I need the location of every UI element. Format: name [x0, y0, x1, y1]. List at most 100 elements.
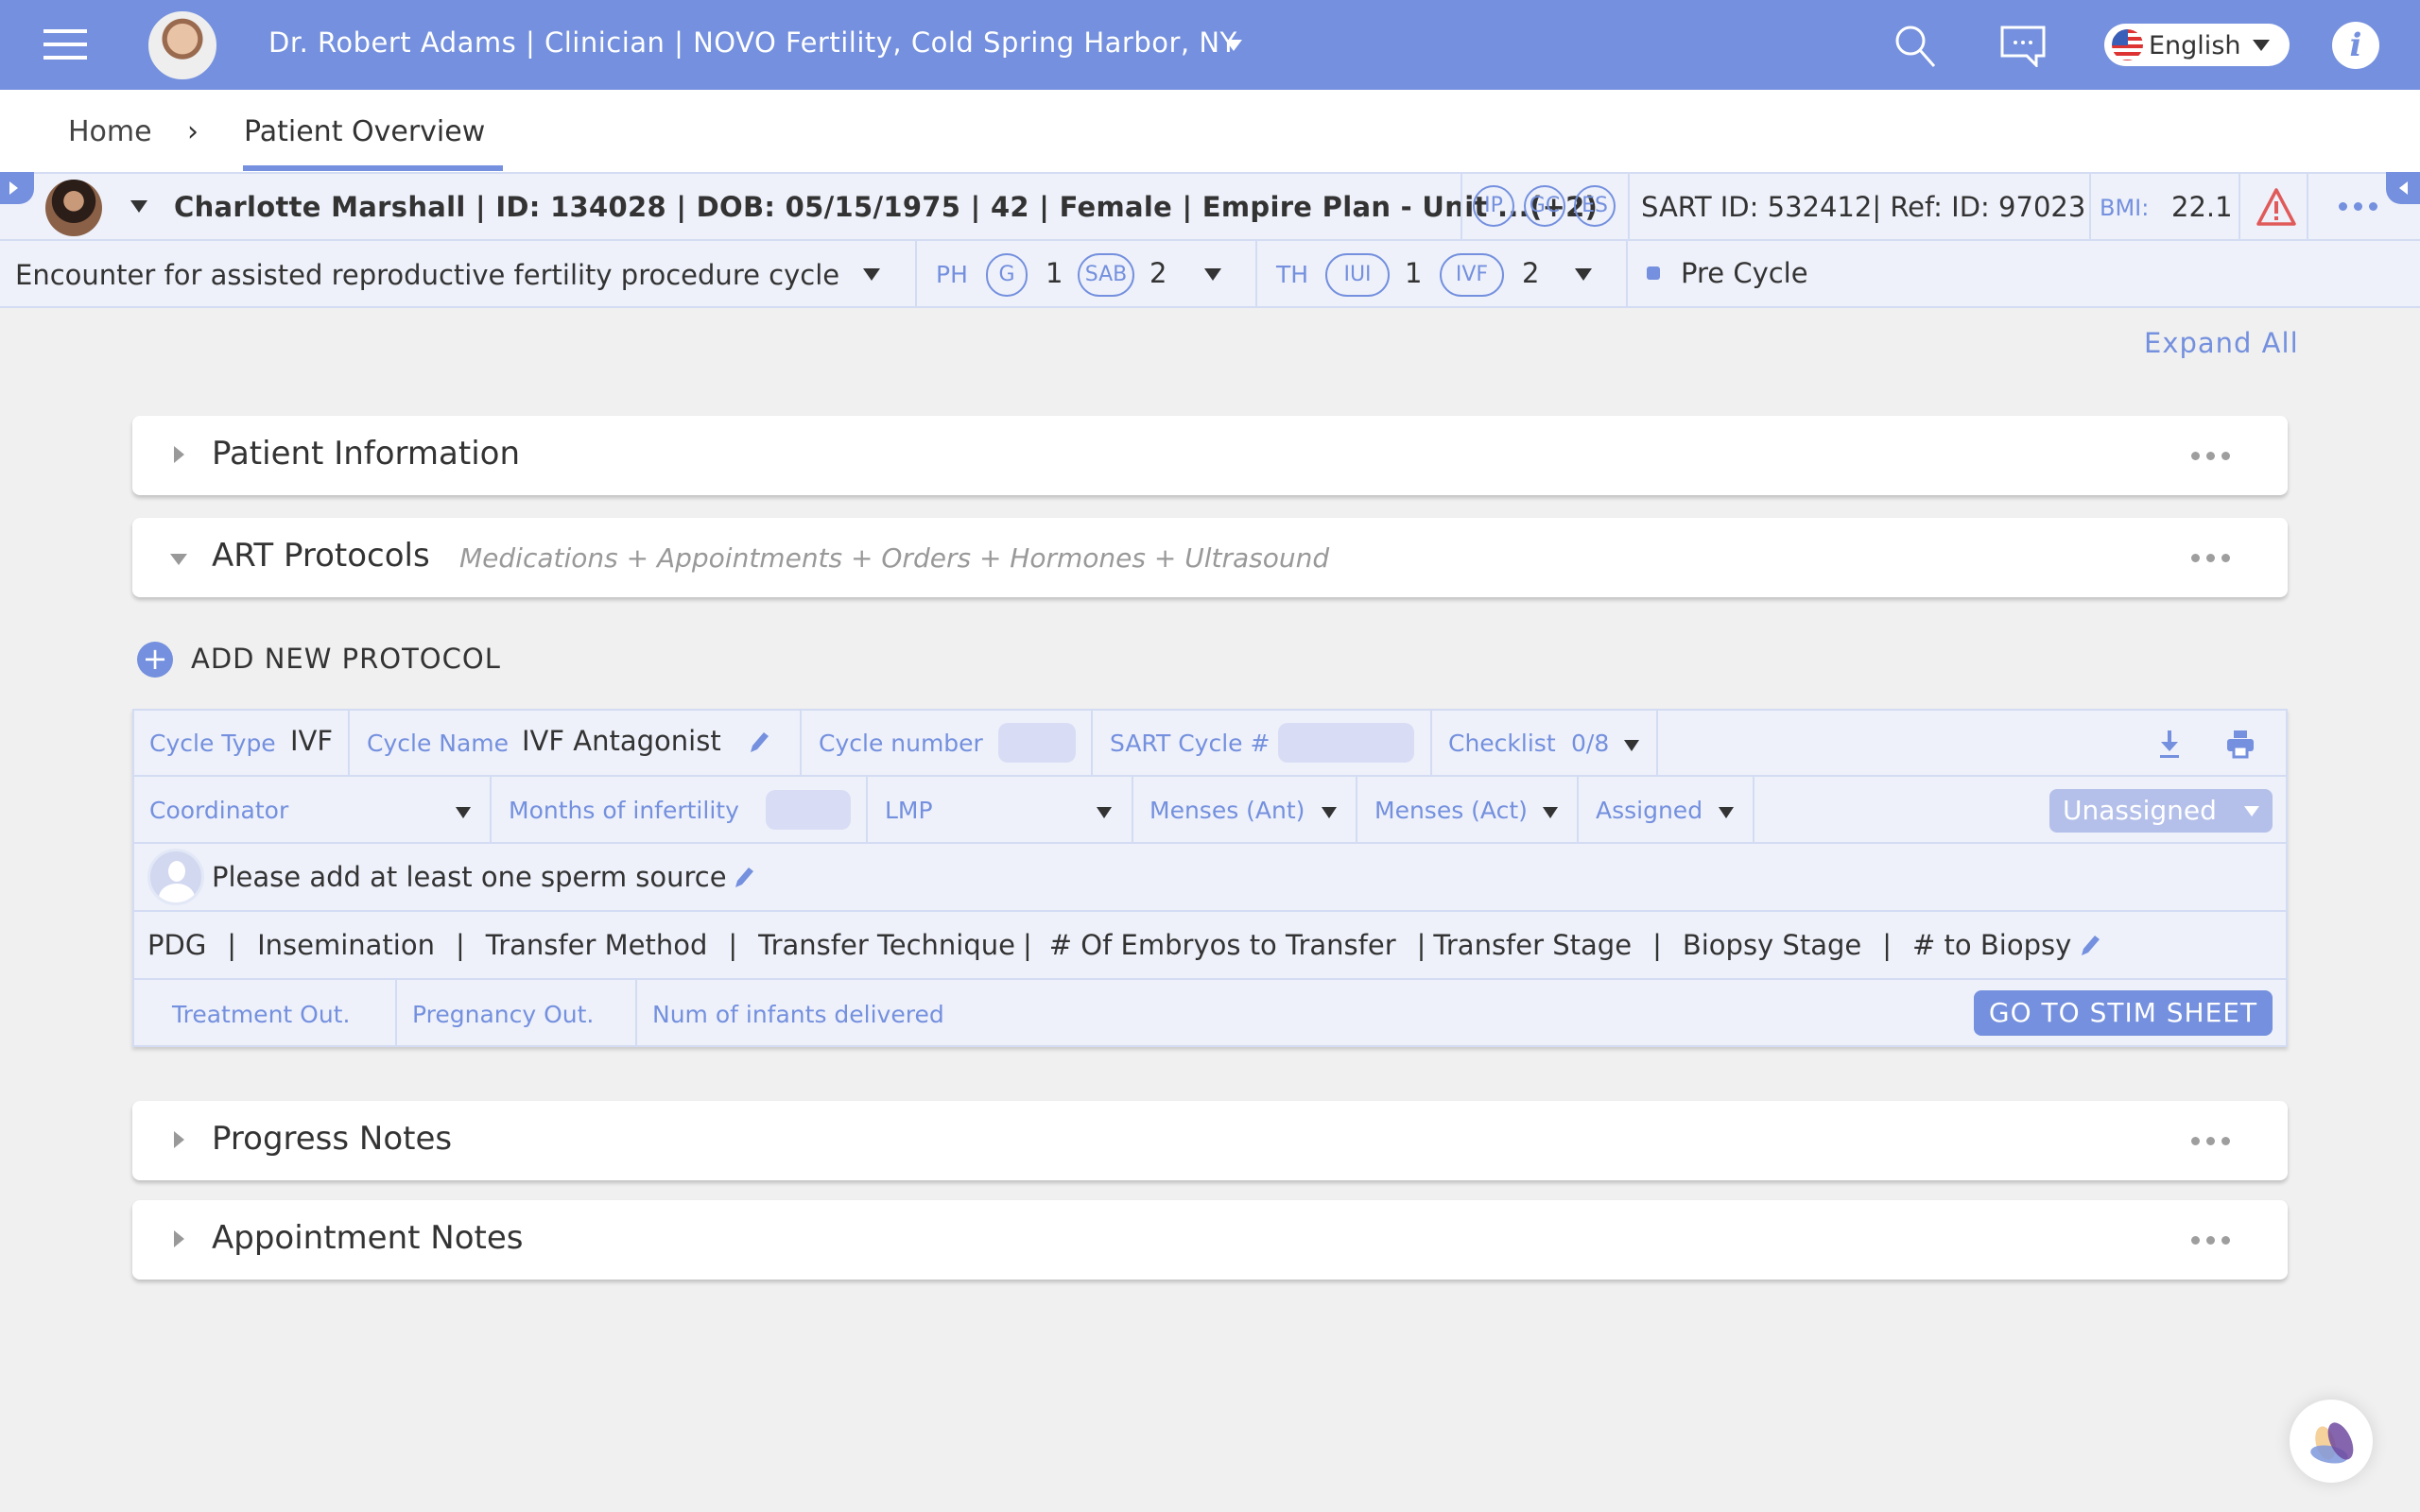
cycle-status: Pre Cycle — [1681, 257, 1808, 289]
checklist-dropdown-icon[interactable] — [1624, 740, 1639, 751]
field-embryos-to-transfer: # Of Embryos to Transfer — [1048, 929, 1396, 961]
lmp-label[interactable]: LMP — [885, 797, 933, 824]
chevron-down-icon[interactable] — [1225, 40, 1242, 51]
cycle-number-label: Cycle number — [819, 730, 983, 757]
cycle-name-label: Cycle Name — [367, 730, 510, 757]
divider — [1628, 174, 1630, 239]
chevron-down-icon — [2244, 806, 2259, 816]
coordinator-dropdown-icon[interactable] — [456, 807, 471, 818]
transfer-fields-line[interactable]: PDG | Insemination | Transfer Method | T… — [147, 929, 2071, 961]
patient-more-options-icon[interactable] — [2339, 202, 2377, 211]
more-options-icon[interactable] — [2191, 1236, 2230, 1245]
expand-left-panel-button[interactable] — [0, 172, 34, 204]
menses-act-label[interactable]: Menses (Act) — [1374, 797, 1528, 824]
plus-icon[interactable]: + — [137, 642, 173, 678]
menses-ant-dropdown-icon[interactable] — [1322, 807, 1337, 818]
user-avatar[interactable] — [148, 11, 216, 79]
divider — [395, 980, 397, 1045]
sab-count: 2 — [1150, 257, 1167, 289]
search-icon[interactable] — [1893, 23, 1938, 68]
divider — [348, 711, 350, 775]
print-icon[interactable] — [2225, 729, 2256, 759]
divider — [1626, 241, 1628, 308]
checklist-value: 0/8 — [1571, 730, 1610, 757]
chevron-down-icon[interactable] — [863, 268, 880, 281]
active-tab-indicator — [243, 165, 503, 171]
patient-summary[interactable]: Charlotte Marshall | ID: 134028 | DOB: 0… — [174, 191, 1598, 223]
patient-avatar[interactable] — [45, 180, 102, 236]
section-title[interactable]: ART Protocols — [212, 537, 430, 575]
menses-ant-label[interactable]: Menses (Ant) — [1150, 797, 1305, 824]
chat-icon[interactable] — [2000, 26, 2046, 67]
edit-icon[interactable] — [732, 865, 756, 889]
section-title[interactable]: Patient Information — [212, 435, 520, 472]
divider — [1656, 711, 1658, 775]
caret-down-icon[interactable] — [170, 554, 187, 565]
chevron-down-icon[interactable] — [1204, 268, 1221, 281]
lmp-dropdown-icon[interactable] — [1097, 807, 1112, 818]
go-to-stim-sheet-button[interactable]: GO TO STIM SHEET — [1974, 990, 2273, 1036]
separator: | — [728, 929, 738, 961]
field-pdg: PDG — [147, 929, 207, 961]
divider — [2238, 174, 2240, 239]
section-title[interactable]: Appointment Notes — [212, 1219, 523, 1257]
ivf-count: 2 — [1522, 257, 1540, 289]
menu-icon[interactable] — [43, 29, 87, 60]
assigned-label[interactable]: Assigned — [1596, 797, 1703, 824]
menses-act-dropdown-icon[interactable] — [1543, 807, 1558, 818]
months-infertility-label: Months of infertility — [509, 797, 739, 824]
user-context-title[interactable]: Dr. Robert Adams | Clinician | NOVO Fert… — [268, 26, 1237, 59]
divider — [915, 241, 917, 308]
bmi-value: 22.1 — [2171, 191, 2233, 223]
divider — [134, 978, 2286, 980]
badge-ivf[interactable]: IVF — [1440, 253, 1504, 297]
edit-icon[interactable] — [2078, 933, 2102, 957]
expand-all-link[interactable]: Expand All — [2144, 327, 2299, 359]
badge-gc[interactable]: GC — [1524, 185, 1565, 227]
download-icon[interactable] — [2157, 729, 2182, 759]
breadcrumb-home[interactable]: Home — [68, 115, 152, 148]
sart-cycle-input[interactable] — [1278, 723, 1414, 763]
badge-sab[interactable]: SAB — [1078, 253, 1134, 297]
field-transfer-stage: Transfer Stage — [1433, 929, 1633, 961]
chevron-down-icon[interactable] — [1575, 268, 1592, 281]
coordinator-label[interactable]: Coordinator — [149, 797, 288, 824]
num-infants-field[interactable]: Num of infants delivered — [652, 1001, 944, 1028]
expand-right-panel-button[interactable] — [2386, 172, 2420, 204]
more-options-icon[interactable] — [2191, 1137, 2230, 1145]
warning-icon[interactable] — [2256, 187, 2297, 227]
caret-right-icon[interactable] — [174, 1230, 184, 1247]
caret-right-icon[interactable] — [174, 446, 184, 463]
badge-iui[interactable]: IUI — [1325, 253, 1390, 297]
section-title[interactable]: Progress Notes — [212, 1120, 452, 1158]
badge-g[interactable]: G — [986, 253, 1028, 297]
caret-right-icon[interactable] — [174, 1131, 184, 1148]
treatment-outcome-field[interactable]: Treatment Out. — [172, 1001, 350, 1028]
more-options-icon[interactable] — [2191, 554, 2230, 562]
chevron-down-icon[interactable] — [130, 200, 147, 213]
assignee-select[interactable]: Unassigned — [2049, 789, 2273, 833]
divider — [1461, 174, 1462, 239]
breadcrumb-current[interactable]: Patient Overview — [244, 115, 485, 148]
divider — [1753, 777, 1754, 842]
encounter-select[interactable]: Encounter for assisted reproductive fert… — [15, 259, 839, 291]
info-icon[interactable]: i — [2332, 22, 2379, 69]
divider — [1091, 711, 1093, 775]
bmi-label: BMI: — [2100, 195, 2150, 221]
divider — [1255, 241, 1257, 308]
add-new-protocol-button[interactable]: ADD NEW PROTOCOL — [191, 643, 501, 675]
pregnancy-outcome-field[interactable]: Pregnancy Out. — [412, 1001, 594, 1028]
assigned-dropdown-icon[interactable] — [1719, 807, 1734, 818]
divider — [2089, 174, 2091, 239]
ph-label: PH — [936, 261, 968, 288]
more-options-icon[interactable] — [2191, 452, 2230, 460]
cycle-number-input[interactable] — [998, 723, 1076, 763]
checklist-label: Checklist — [1448, 730, 1556, 757]
edit-icon[interactable] — [747, 730, 771, 754]
months-infertility-input[interactable] — [766, 790, 851, 830]
badge-es[interactable]: ES — [1574, 185, 1616, 227]
badge-ip[interactable]: IP — [1473, 185, 1514, 227]
assistant-button[interactable] — [2290, 1400, 2373, 1483]
section-subtitle: Medications + Appointments + Orders + Ho… — [459, 542, 1330, 574]
language-select[interactable]: English — [2104, 24, 2290, 66]
